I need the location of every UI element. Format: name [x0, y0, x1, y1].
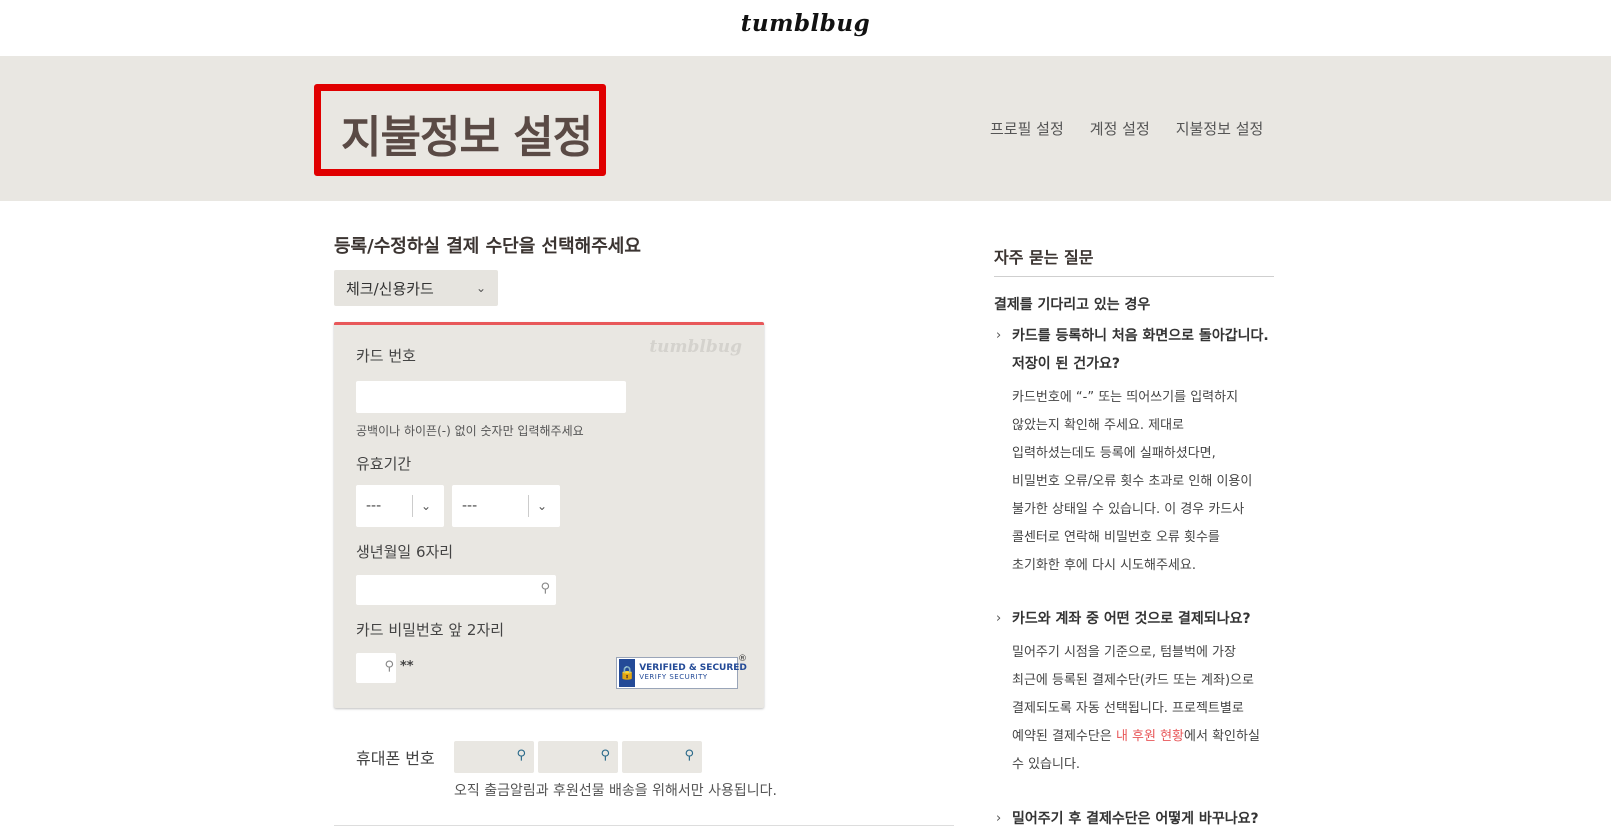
chevron-right-icon: ›	[996, 611, 1002, 626]
faq-question-1[interactable]: › 카드를 등록하니 처음 화면으로 돌아갑니다. 저장이 된 건가요?	[996, 322, 1269, 378]
expiry-month-select[interactable]: --- ⌄	[356, 485, 444, 527]
faq-subtitle: 결제를 기다리고 있는 경우	[994, 297, 1151, 313]
faq-question-2[interactable]: › 카드와 계좌 중 어떤 것으로 결제되나요?	[996, 605, 1251, 633]
key-icon: ⚲	[384, 659, 394, 674]
divider	[994, 276, 1274, 277]
chevron-down-icon: ⌄	[421, 499, 432, 513]
my-pledges-link[interactable]: 내 후원 현황	[1116, 729, 1184, 744]
phone-hint: 오직 출금알림과 후원선물 배송을 위해서만 사용됩니다.	[454, 783, 777, 799]
chevron-right-icon: ›	[996, 811, 1002, 826]
chevron-down-icon: ⌄	[537, 499, 548, 513]
birth-label: 생년월일 6자리	[356, 543, 454, 561]
faq-answer-text: 예약된 결제수단은	[1012, 729, 1116, 744]
verified-secured-badge: 🔒 VERIFIED & SECURED VERIFY SECURITY ®	[616, 654, 747, 689]
chevron-right-icon: ›	[996, 328, 1002, 343]
faq-answer-2: 밀어주기 시점을 기준으로, 텀블벅에 가장 최근에 등록된 결제수단(카드 또…	[1012, 639, 1260, 779]
pin-mask: **	[400, 659, 414, 674]
registered-mark: ®	[738, 654, 747, 664]
faq-answer-line: 불가한 상태일 수 있습니다. 이 경우 카드사	[1012, 502, 1245, 517]
card-form-panel: tumblbug 카드 번호 공백이나 하이픈(-) 없이 숫자만 입력해주세요…	[334, 322, 764, 708]
lock-shield-icon: 🔒	[619, 659, 636, 687]
faq-answer-line: 입력하셨는데도 등록에 실패하셨다면,	[1012, 446, 1216, 461]
badge-line2: VERIFY SECURITY	[639, 673, 708, 682]
faq-answer-1: 카드번호에 “-” 또는 띄어쓰기를 입력하지 않았는지 확인해 주세요. 제대…	[1012, 384, 1252, 580]
key-icon: ⚲	[516, 748, 526, 763]
expiry-month-value: ---	[366, 498, 382, 514]
faq-answer-line: 비밀번호 오류/오류 횟수 초과로 인해 이용이	[1012, 474, 1253, 489]
divider	[334, 825, 954, 826]
card-number-input[interactable]	[356, 381, 626, 413]
phone-input-3[interactable]: ⚲	[622, 741, 702, 773]
key-icon: ⚲	[684, 748, 694, 763]
faq-answer-line: 수 있습니다.	[1012, 757, 1081, 772]
faq-answer-line: 밀어주기 시점을 기준으로, 텀블벅에 가장	[1012, 645, 1236, 660]
faq-question-1-line1: 카드를 등록하니 처음 화면으로 돌아갑니다.	[1012, 328, 1269, 344]
card-number-hint: 공백이나 하이픈(-) 없이 숫자만 입력해주세요	[356, 424, 584, 438]
nav-account-settings[interactable]: 계정 설정	[1090, 118, 1150, 139]
title-highlight-box: 지불정보 설정	[314, 84, 606, 176]
site-logo[interactable]: tumblbug	[0, 10, 1611, 37]
pin-label: 카드 비밀번호 앞 2자리	[356, 621, 505, 639]
key-icon: ⚲	[600, 748, 610, 763]
faq-title: 자주 묻는 질문	[994, 248, 1094, 267]
page-header: 지불정보 설정 프로필 설정 계정 설정 지불정보 설정	[0, 56, 1611, 201]
faq-question-1-line2: 저장이 된 건가요?	[1012, 356, 1121, 372]
faq-question-3-line1: 밀어주기 후 결제수단은 어떻게 바꾸나요?	[1012, 811, 1259, 827]
phone-input-1[interactable]: ⚲	[454, 741, 534, 773]
payment-method-select[interactable]: 체크/신용카드 ⌄	[334, 270, 498, 306]
payment-method-value: 체크/신용카드	[346, 279, 434, 298]
faq-question-3[interactable]: › 밀어주기 후 결제수단은 어떻게 바꾸나요?	[996, 805, 1259, 833]
key-icon: ⚲	[540, 581, 550, 596]
faq-answer-line-with-link: 예약된 결제수단은 내 후원 현황에서 확인하실	[1012, 723, 1260, 751]
faq-answer-line: 콜센터로 연락해 비밀번호 오류 횟수를	[1012, 530, 1220, 545]
card-number-label: 카드 번호	[356, 347, 416, 365]
phone-label: 휴대폰 번호	[356, 749, 435, 768]
settings-nav: 프로필 설정 계정 설정 지불정보 설정	[990, 118, 1263, 139]
faq-question-2-line1: 카드와 계좌 중 어떤 것으로 결제되나요?	[1012, 611, 1251, 627]
chevron-down-icon: ⌄	[475, 281, 486, 295]
faq-answer-line: 않았는지 확인해 주세요. 제대로	[1012, 418, 1185, 433]
expiry-label: 유효기간	[356, 455, 412, 473]
phone-input-2[interactable]: ⚲	[538, 741, 618, 773]
top-bar: tumblbug	[0, 0, 1611, 56]
nav-payment-settings[interactable]: 지불정보 설정	[1176, 118, 1264, 139]
faq-answer-line: 카드번호에 “-” 또는 띄어쓰기를 입력하지	[1012, 390, 1239, 405]
pin-input[interactable]: ⚲	[356, 653, 396, 683]
payment-section-title: 등록/수정하실 결제 수단을 선택해주세요	[334, 236, 641, 257]
faq-answer-line: 초기화한 후에 다시 시도해주세요.	[1012, 558, 1196, 573]
nav-profile-settings[interactable]: 프로필 설정	[990, 118, 1064, 139]
page-title: 지불정보 설정	[341, 112, 593, 163]
expiry-year-value: ---	[462, 498, 478, 514]
expiry-year-select[interactable]: --- ⌄	[452, 485, 560, 527]
faq-answer-line: 결제되도록 자동 선택됩니다. 프로젝트별로	[1012, 701, 1244, 716]
faq-answer-text: 에서 확인하실	[1184, 729, 1260, 744]
faq-answer-line: 최근에 등록된 결제수단(카드 또는 계좌)으로	[1012, 673, 1254, 688]
panel-watermark-logo: tumblbug	[649, 337, 742, 357]
birth-date-input[interactable]: ⚲	[356, 575, 556, 605]
